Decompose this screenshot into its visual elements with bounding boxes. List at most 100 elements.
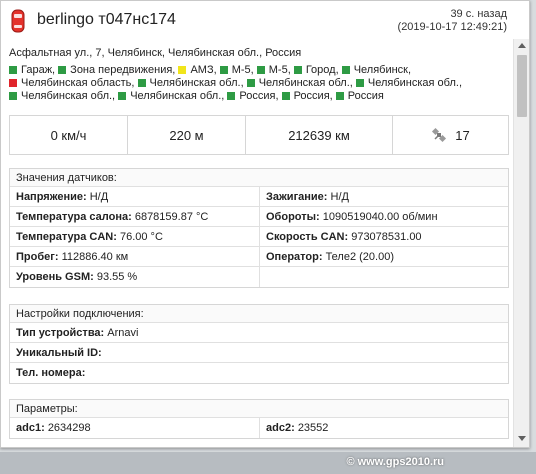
field-row: Температура салона: 6878159.87 °C Обороты… xyxy=(10,207,508,227)
geozone-item: Челябинская обл., xyxy=(355,77,462,89)
geozone-item: Зона передвижения, xyxy=(58,64,175,76)
vehicle-info-popup: berlingo т047нс174 39 с. назад (2019-10-… xyxy=(0,0,530,448)
sensors-title: Значения датчиков: xyxy=(10,169,508,187)
field-cell: Напряжение: Н/Д xyxy=(10,187,259,206)
satellites-count: 17 xyxy=(455,127,470,143)
geozone-label: Россия xyxy=(347,90,384,102)
field-label: adc2: xyxy=(266,422,295,434)
geozone-label: Челябинская область, xyxy=(21,77,135,89)
popup-header: berlingo т047нс174 39 с. назад (2019-10-… xyxy=(1,1,513,39)
geozone-color-icon xyxy=(58,65,67,74)
field-label: Пробег: xyxy=(16,251,59,263)
field-cell: adc2: 23552 xyxy=(259,418,508,438)
field-cell xyxy=(259,267,508,287)
field-value: 6878159.87 °C xyxy=(134,211,209,223)
scroll-up-icon[interactable] xyxy=(518,43,526,48)
geozone-label: М-5, xyxy=(231,64,254,76)
field-label: Зажигание: xyxy=(266,191,328,203)
geozone-list: Гараж, Зона передвижения, АМЗ, М-5, М-5,… xyxy=(9,64,509,103)
field-cell: Зажигание: Н/Д xyxy=(259,187,508,206)
sensors-section: Значения датчиков: Напряжение: Н/Д Зажига… xyxy=(9,168,509,288)
geozone-label: Россия, xyxy=(293,90,333,102)
distance-stat: 220 м xyxy=(128,116,246,154)
geozone-item: Россия, xyxy=(281,90,333,102)
field-cell: Уникальный ID: xyxy=(10,343,508,362)
scroll-thumb[interactable] xyxy=(517,55,527,117)
field-label: Обороты: xyxy=(266,211,320,223)
geozone-color-icon xyxy=(256,65,265,74)
geozone-label: Челябинская обл., xyxy=(130,90,225,102)
field-row: Тип устройства: Arnavi xyxy=(10,323,508,343)
geozone-color-icon xyxy=(293,65,302,74)
field-label: Тип устройства: xyxy=(16,327,105,339)
car-icon xyxy=(11,9,25,33)
field-value: 1090519040.00 об/мин xyxy=(322,211,438,223)
field-label: Тел. номера: xyxy=(16,367,86,379)
geozone-color-icon xyxy=(9,78,17,87)
geozone-color-icon xyxy=(355,78,364,87)
field-cell: Тип устройства: Arnavi xyxy=(10,323,508,342)
geozone-color-icon xyxy=(335,91,344,100)
geozone-item: М-5, xyxy=(219,64,254,76)
geozone-color-icon xyxy=(219,65,228,74)
geozone-color-icon xyxy=(246,78,255,87)
geozone-label: Челябинская обл., xyxy=(258,77,353,89)
field-cell: Оператор: Теле2 (20.00) xyxy=(259,247,508,266)
geozone-color-icon xyxy=(227,91,236,100)
geozone-item: Челябинская обл., xyxy=(246,77,353,89)
field-cell: Температура CAN: 76.00 °C xyxy=(10,227,259,246)
scroll-down-icon[interactable] xyxy=(518,436,526,441)
address: Асфальтная ул., 7, Челябинск, Челябинска… xyxy=(9,47,302,59)
geozone-item: АМЗ, xyxy=(178,64,217,76)
field-value: 23552 xyxy=(297,422,329,434)
map-footer: © www.gps2010.ru xyxy=(0,452,536,474)
geozone-label: Россия, xyxy=(239,90,279,102)
last-update-ago: 39 с. назад xyxy=(450,8,507,20)
field-row: Пробег: 112886.40 км Оператор: Теле2 (20.… xyxy=(10,247,508,267)
field-cell: Скорость CAN: 973078531.00 xyxy=(259,227,508,246)
geozone-label: Челябинская обл., xyxy=(21,90,116,102)
popup-scrollbar[interactable] xyxy=(513,39,529,447)
field-label: adc1: xyxy=(16,422,45,434)
field-cell: Температура салона: 6878159.87 °C xyxy=(10,207,259,226)
stats-bar: 0 км/ч 220 м 212639 км 17 xyxy=(9,115,509,155)
field-value: 76.00 °C xyxy=(119,231,163,243)
field-label: Оператор: xyxy=(266,251,323,263)
field-label: Уникальный ID: xyxy=(16,347,102,359)
field-cell: adc1: 2634298 xyxy=(10,418,259,438)
geozone-label: Зона передвижения, xyxy=(70,64,176,76)
connection-title: Настройки подключения: xyxy=(10,305,508,323)
field-value: Теле2 (20.00) xyxy=(325,251,394,263)
params-section: Параметры: adc1: 2634298 adc2: 23552 xyxy=(9,399,509,439)
geozone-item: Челябинская область, xyxy=(9,77,134,89)
popup-content: Асфальтная ул., 7, Челябинск, Челябинска… xyxy=(1,39,515,447)
params-title: Параметры: xyxy=(10,400,508,418)
geozone-color-icon xyxy=(9,65,17,74)
geozone-label: Гараж, xyxy=(21,64,56,76)
last-update-datetime: (2019-10-17 12:49:21) xyxy=(397,21,507,33)
field-cell: Пробег: 112886.40 км xyxy=(10,247,259,266)
geozone-item: Челябинск, xyxy=(341,64,412,76)
geozone-item: Челябинская обл., xyxy=(137,77,244,89)
field-value: 93.55 % xyxy=(96,271,138,283)
field-row: Температура CAN: 76.00 °C Скорость CAN: 9… xyxy=(10,227,508,247)
field-value: Arnavi xyxy=(107,327,139,339)
field-row: Уникальный ID: xyxy=(10,343,508,363)
geozone-label: Челябинская обл., xyxy=(149,77,244,89)
copyright-link[interactable]: © www.gps2010.ru xyxy=(346,456,444,468)
field-label: Скорость CAN: xyxy=(266,231,349,243)
satellite-icon xyxy=(432,127,447,143)
field-row: Тел. номера: xyxy=(10,363,508,383)
field-value: 2634298 xyxy=(47,422,91,434)
geozone-color-icon xyxy=(341,65,350,74)
field-label: Напряжение: xyxy=(16,191,87,203)
geozone-color-icon xyxy=(9,91,17,100)
field-row: Напряжение: Н/Д Зажигание: Н/Д xyxy=(10,187,508,207)
geozone-item: Челябинская обл., xyxy=(118,90,224,102)
geozone-color-icon xyxy=(178,65,187,74)
connection-section: Настройки подключения: Тип устройства: A… xyxy=(9,304,509,384)
geozone-item: Россия xyxy=(335,90,384,102)
geozone-label: Челябинск, xyxy=(353,64,412,76)
geozone-item: М-5, xyxy=(256,64,291,76)
field-label: Температура CAN: xyxy=(16,231,117,243)
